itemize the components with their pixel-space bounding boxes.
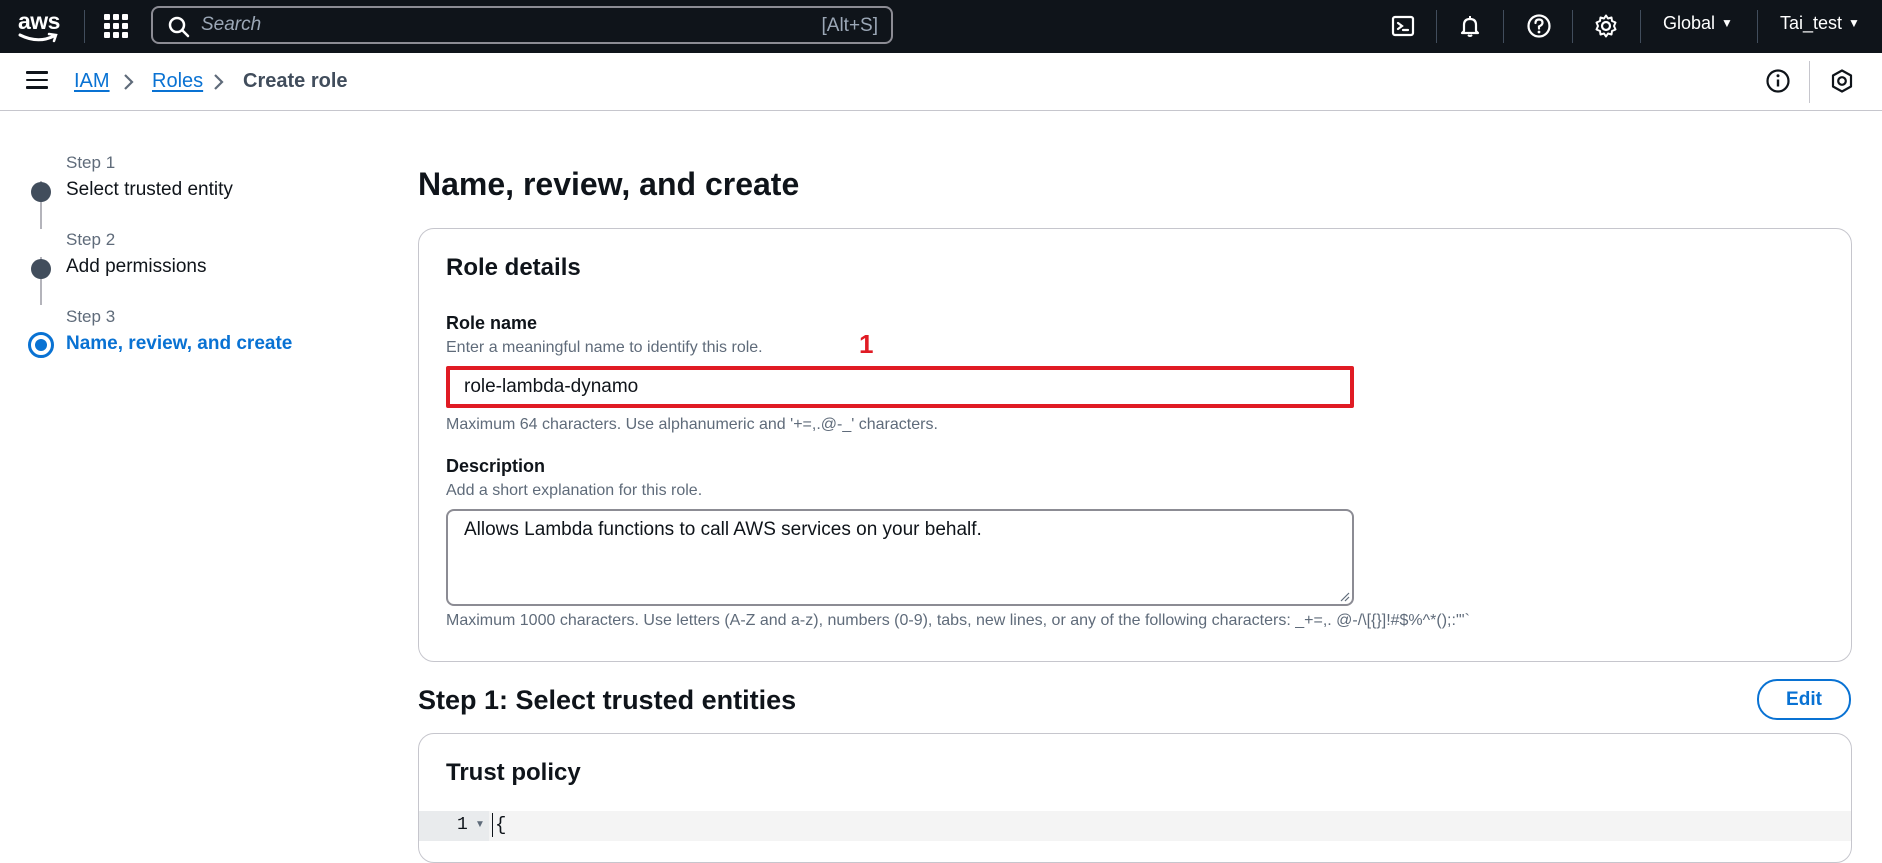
nav-divider xyxy=(1503,10,1504,43)
page-title: Name, review, and create xyxy=(418,166,800,202)
step-1-label[interactable]: Select trusted entity xyxy=(66,179,233,201)
chevron-right-icon xyxy=(124,74,134,90)
services-grid-icon[interactable] xyxy=(104,14,128,38)
search-icon xyxy=(168,16,190,38)
resize-handle-icon[interactable] xyxy=(1340,592,1350,602)
menu-hamburger-icon[interactable] xyxy=(26,71,48,89)
description-textarea[interactable]: Allows Lambda functions to call AWS serv… xyxy=(446,509,1354,606)
fold-caret-icon[interactable]: ▼ xyxy=(475,819,485,830)
role-name-label: Role name xyxy=(446,313,538,333)
step-1-number: Step 1 xyxy=(66,153,116,172)
description-hint: Add a short explanation for this role. xyxy=(446,482,703,499)
description-label: Description xyxy=(446,456,546,476)
account-label: Tai_test xyxy=(1780,13,1843,33)
role-details-container: Role details Role name Enter a meaningfu… xyxy=(418,228,1852,662)
info-icon[interactable] xyxy=(1765,68,1791,94)
aws-logo-text: aws xyxy=(18,8,60,34)
code-editor-line xyxy=(419,811,1851,841)
step-3-number: Step 3 xyxy=(66,307,116,326)
step-2-label[interactable]: Add permissions xyxy=(66,256,206,278)
breadcrumb-bar: IAM Roles Create role xyxy=(0,53,1882,111)
code-line-number: 1 xyxy=(457,815,468,835)
caret-down-icon: ▼ xyxy=(1848,16,1860,30)
trust-policy-container: Trust policy 1 ▼ { xyxy=(418,733,1852,863)
chevron-right-icon xyxy=(214,74,224,90)
code-cursor xyxy=(492,813,493,837)
region-label: Global xyxy=(1663,13,1716,33)
nav-divider xyxy=(1640,10,1641,43)
breadcrumb-current: Create role xyxy=(243,70,348,92)
nav-divider xyxy=(84,10,85,43)
feedback-hexagon-icon[interactable] xyxy=(1829,68,1855,94)
trust-policy-heading: Trust policy xyxy=(446,759,581,786)
region-selector[interactable]: Global ▼ xyxy=(1663,13,1733,34)
step-2-indicator xyxy=(31,259,51,279)
step-1-indicator xyxy=(31,182,51,202)
search-shortcut: [Alt+S] xyxy=(821,15,879,36)
breadcrumb-iam-link[interactable]: IAM xyxy=(74,70,110,93)
wizard-steps: Step 1 Select trusted entity Step 2 Add … xyxy=(0,111,380,833)
search-input[interactable] xyxy=(201,13,761,37)
toolbar-divider xyxy=(1809,61,1810,103)
cloudshell-icon[interactable] xyxy=(1389,12,1417,40)
role-details-heading: Role details xyxy=(446,254,581,281)
notifications-bell-icon[interactable] xyxy=(1456,12,1484,40)
nav-divider xyxy=(1572,10,1573,43)
role-name-constraint: Maximum 64 characters. Use alphanumeric … xyxy=(446,416,938,433)
step1-section-heading: Step 1: Select trusted entities xyxy=(418,685,797,715)
nav-divider xyxy=(1757,10,1758,43)
account-menu[interactable]: Tai_test ▼ xyxy=(1780,13,1860,34)
search-bar[interactable]: [Alt+S] xyxy=(151,6,893,44)
aws-logo[interactable]: aws xyxy=(16,8,64,44)
role-name-description: Enter a meaningful name to identify this… xyxy=(446,339,763,356)
nav-divider xyxy=(1436,10,1437,43)
breadcrumb-roles-link[interactable]: Roles xyxy=(152,70,203,93)
step-3-label: Name, review, and create xyxy=(66,333,293,354)
caret-down-icon: ▼ xyxy=(1721,16,1733,30)
description-constraint: Maximum 1000 characters. Use letters (A-… xyxy=(446,612,1470,629)
role-name-input[interactable] xyxy=(446,366,1354,408)
step-2-number: Step 2 xyxy=(66,230,116,249)
top-navigation: aws [Alt+S] xyxy=(0,0,1882,53)
edit-step1-button[interactable]: Edit xyxy=(1757,679,1851,720)
help-icon[interactable] xyxy=(1525,12,1553,40)
settings-gear-icon[interactable] xyxy=(1592,12,1620,40)
step-3-indicator xyxy=(28,332,54,358)
aws-smile-icon xyxy=(18,32,58,43)
annotation-marker: 1 xyxy=(859,329,874,359)
